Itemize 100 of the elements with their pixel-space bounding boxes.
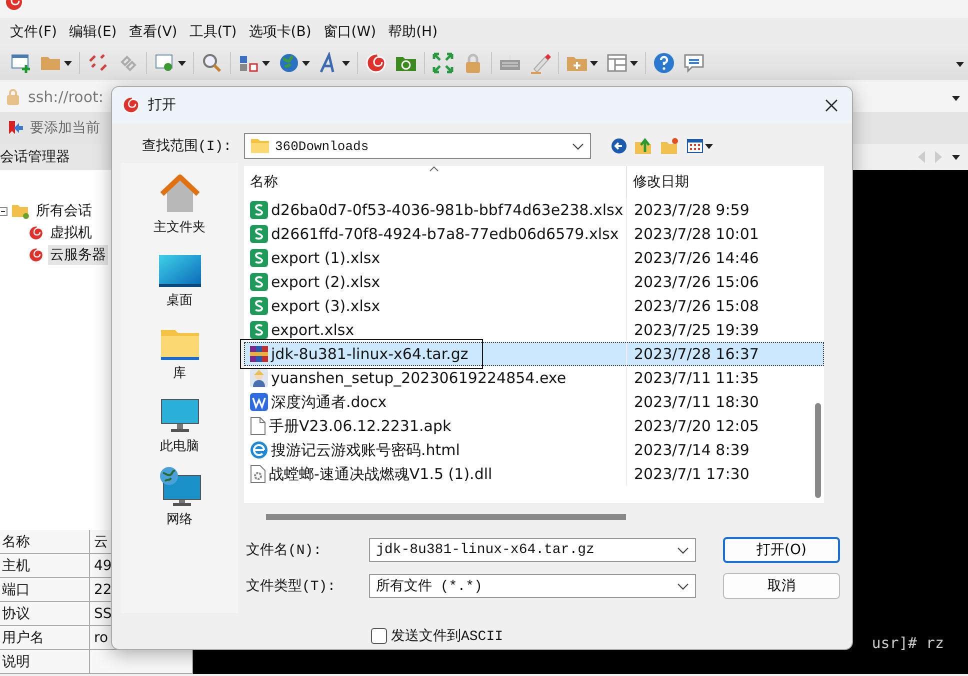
file-row[interactable]: export (3).xlsx 2023/7/26 15:08 [244,294,824,318]
caret-icon[interactable] [590,60,598,66]
tree-item[interactable]: 云服务器 [48,245,108,265]
help-icon[interactable] [653,52,675,74]
file-row[interactable]: d2661ffd-70f8-4924-b7a8-77edb06d6579.xlsx 2023/7/28 10:01 [244,222,824,246]
search-icon[interactable] [201,52,223,74]
dropdown-chevron-icon[interactable] [677,582,689,590]
caret-icon[interactable] [952,96,960,101]
file-row[interactable]: d26ba0d7-0f53-4036-981b-bbf74d63e238.xlsx 2023/7/28 9:59 [244,198,824,222]
lock-icon [6,89,20,105]
menu-item[interactable]: 窗口(W) [317,23,382,41]
snail-icon [28,225,44,241]
look-in-dropdown[interactable]: 360Downloads [244,133,591,159]
caret-icon[interactable] [64,60,72,66]
browser-icon [250,441,268,459]
fullscreen-icon[interactable] [432,52,454,74]
globe-icon[interactable] [278,52,300,74]
file-date: 2023/7/26 15:06 [626,270,824,294]
caret-icon[interactable] [342,60,350,66]
file-name-field[interactable]: jdk-8u381-linux-x64.tar.gz [369,538,696,562]
place-label[interactable]: 桌面 [166,291,192,309]
snail-icon[interactable] [365,52,387,74]
property-name: 主机 [0,554,90,578]
dropdown-chevron-icon[interactable] [677,546,689,554]
close-icon[interactable] [825,98,838,112]
monitor-icon[interactable] [160,399,198,433]
spreadsheet-icon [250,225,268,243]
caret-icon[interactable] [262,60,270,66]
caret-icon[interactable] [178,60,186,66]
network-monitor-icon[interactable] [158,466,200,506]
place-label[interactable]: 网络 [166,510,192,528]
checkbox-label[interactable]: 发送文件到ASCII [391,627,504,645]
tree-item[interactable]: 虚拟机 [48,223,94,243]
house-icon[interactable] [158,174,200,214]
file-row[interactable]: jdk-8u381-linux-x64.tar.gz 2023/7/28 16:37 [244,342,824,366]
view-menu-icon[interactable] [687,139,703,153]
menu-item[interactable]: 工具(T) [183,23,243,41]
new-window-icon[interactable] [10,52,32,74]
terminal-line: usr]# rz [872,634,944,652]
menu-item[interactable]: 编辑(E) [62,23,123,41]
file-row[interactable]: export (1).xlsx 2023/7/26 14:46 [244,246,824,270]
chat-icon[interactable] [683,52,705,74]
file-type-dropdown[interactable]: 所有文件 (*.*) [369,574,696,598]
checkbox[interactable] [371,628,387,644]
caret-icon[interactable] [302,60,310,66]
file-row[interactable]: yuanshen_setup_20230619224854.exe 2023/7/11 11:35 [244,366,824,390]
menu-item[interactable]: 文件(F) [4,23,63,41]
property-name: 用户名 [0,626,90,650]
new-folder-icon[interactable] [661,138,679,154]
scrollbar-thumb[interactable] [815,403,821,498]
document-icon [250,393,268,411]
open-button[interactable]: 打开(O) [723,537,840,563]
file-name: 搜游记云游戏账号密码.html [271,440,460,460]
folder-icon [251,139,269,153]
menu-item[interactable]: 查看(V) [122,23,184,41]
spreadsheet-icon [250,321,268,339]
snail-icon [28,247,44,263]
place-label[interactable]: 主文件夹 [154,218,206,236]
file-date: 2023/7/11 11:35 [626,366,824,390]
file-date: 2023/7/28 10:01 [626,222,824,246]
file-row[interactable]: export (2).xlsx 2023/7/26 15:06 [244,270,824,294]
character-app-icon [250,369,268,387]
archive-icon [250,345,268,363]
file-name: 手册V23.06.12.2231.apk [269,416,452,436]
caret-icon[interactable] [952,154,960,160]
column-header[interactable]: 名称 [244,166,626,198]
file-date: 2023/7/28 16:37 [626,342,824,366]
property-name: 协议 [0,602,90,626]
file-date: 2023/7/26 15:08 [626,294,824,318]
spreadsheet-icon [250,273,268,291]
caret-icon[interactable] [630,60,638,66]
property-name: 端口 [0,578,90,602]
spreadsheet-icon [250,249,268,267]
place-label[interactable]: 此电脑 [160,437,199,455]
dropdown-chevron-icon[interactable] [572,142,584,150]
file-name: 深度沟通者.docx [271,392,387,412]
folder-gear-icon [12,203,30,219]
snail-icon [122,96,140,114]
file-name: 战螳螂-速通决战燃魂V1.5 (1).dll [269,464,492,484]
bookmark-hint: 要添加当前 [30,119,100,137]
cancel-button[interactable]: 取消 [723,573,840,599]
up-folder-icon[interactable] [635,138,653,154]
collapse-icon[interactable] [0,206,8,216]
address-text[interactable]: ssh://root: [28,88,104,106]
back-icon[interactable] [611,138,627,154]
caret-icon[interactable] [956,62,964,67]
tree-item[interactable]: 所有会话 [34,201,94,221]
menu-item[interactable]: 帮助(H) [382,23,444,41]
file-name: d26ba0d7-0f53-4036-981b-bbf74d63e238.xlsx [271,201,624,219]
file-name: jdk-8u381-linux-x64.tar.gz [271,345,468,363]
menu-item[interactable]: 选项卡(B) [242,23,318,41]
property-name: 名称 [0,530,90,554]
column-header[interactable]: 修改日期 [626,166,824,198]
pen-icon[interactable] [529,52,551,74]
scrollbar-thumb[interactable] [266,514,626,520]
property-name: 说明 [0,650,90,674]
spreadsheet-icon [250,297,268,315]
folder-icon[interactable] [160,328,198,360]
place-label[interactable]: 库 [173,364,186,382]
desktop-icon[interactable] [158,255,200,287]
